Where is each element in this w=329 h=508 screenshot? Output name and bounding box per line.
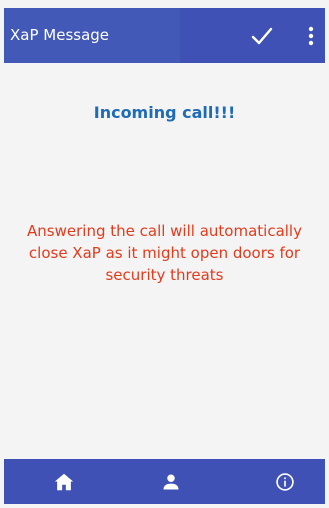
- info-icon: [276, 473, 294, 491]
- warning-line: security threats: [105, 266, 224, 284]
- check-icon: [251, 27, 273, 45]
- app-bar: XaP Message: [4, 8, 325, 63]
- app-title: XaP Message: [10, 26, 110, 44]
- more-vert-icon: [308, 26, 314, 46]
- person-icon: [163, 474, 179, 490]
- nav-home-button[interactable]: [49, 467, 79, 497]
- screen: XaP Message Incoming call!!! Answering t…: [0, 0, 329, 508]
- warning-line: Answering the call will automatically: [27, 222, 302, 240]
- home-icon: [54, 473, 74, 491]
- call-heading: Incoming call!!!: [93, 103, 236, 122]
- confirm-button[interactable]: [250, 24, 274, 48]
- warning-line: close XaP as it might open doors for: [28, 244, 301, 262]
- nav-profile-button[interactable]: [156, 467, 186, 497]
- nav-info-button[interactable]: [270, 467, 300, 497]
- warning-message: Answering the call will automatically cl…: [0, 220, 329, 286]
- bottom-navigation: [4, 459, 325, 504]
- overflow-menu-button[interactable]: [304, 24, 318, 48]
